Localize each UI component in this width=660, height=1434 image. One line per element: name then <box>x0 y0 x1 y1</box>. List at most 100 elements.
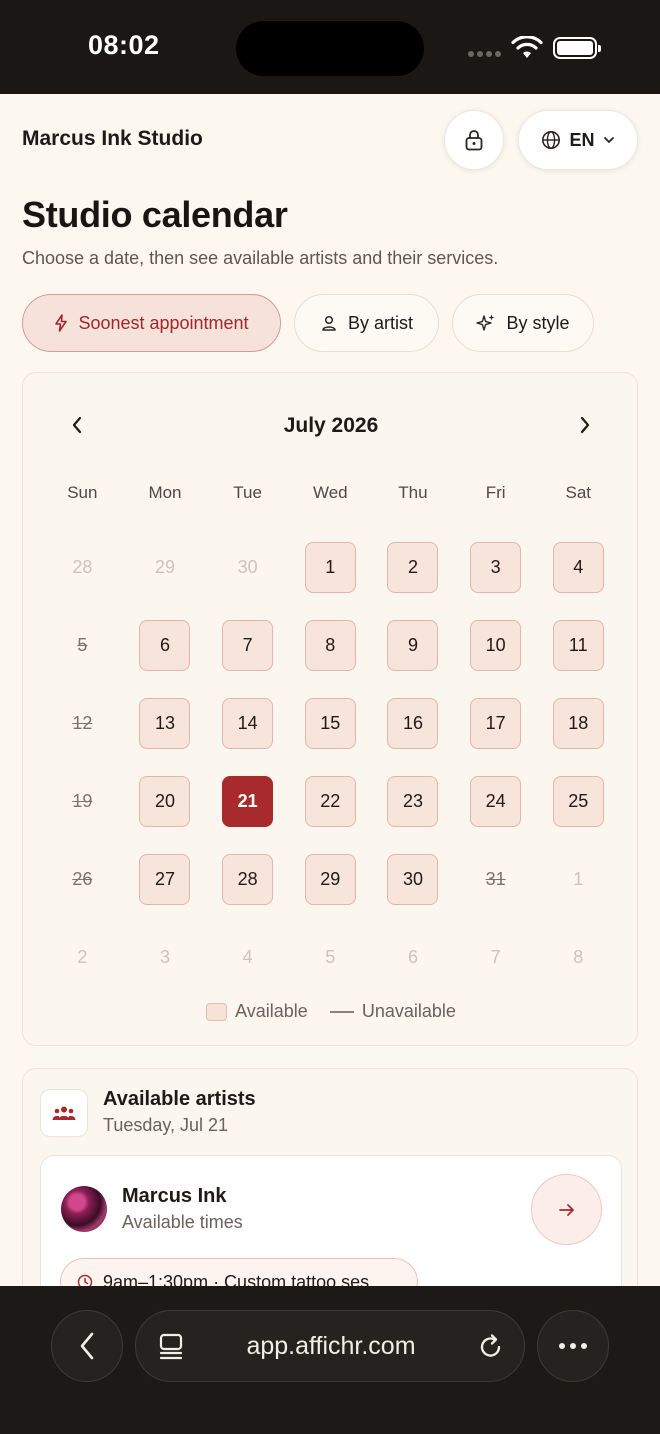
time-slot-chip[interactable]: 9am–1:30pm · Custom tattoo ses <box>60 1258 418 1286</box>
artist-card[interactable]: Marcus Ink Available times 9am–1:30pm · … <box>40 1155 622 1286</box>
calendar-day: 29 <box>154 556 175 577</box>
wifi-icon <box>511 36 543 58</box>
calendar-grid: 28 29 30 1 2 3 4 5 6 7 8 9 10 11 12 13 14 15 16 17 18 19 20 21 2… <box>41 528 621 996</box>
calendar-day: 2 <box>77 946 88 967</box>
calendar-day[interactable]: 25 <box>552 775 604 827</box>
calendar-cell: 19 <box>41 762 124 840</box>
calendar-day: 4 <box>242 946 253 967</box>
calendar-day[interactable]: 4 <box>552 541 604 593</box>
calendar-day[interactable]: 29 <box>304 853 356 905</box>
filter-by-artist[interactable]: By artist <box>294 294 439 352</box>
weekday-label: Sun <box>67 483 98 502</box>
calendar-day[interactable]: 24 <box>470 775 522 827</box>
calendar-day[interactable]: 10 <box>470 619 522 671</box>
reload-icon[interactable] <box>478 1333 504 1361</box>
filter-soonest-appointment[interactable]: Soonest appointment <box>22 294 281 352</box>
calendar-day: 30 <box>237 556 258 577</box>
calendar-day[interactable]: 18 <box>552 697 604 749</box>
calendar-cell: 31 <box>454 840 537 918</box>
lock-button[interactable] <box>444 110 504 170</box>
calendar-day[interactable]: 17 <box>470 697 522 749</box>
filter-label: Soonest appointment <box>78 312 249 333</box>
calendar-day: 12 <box>72 712 93 733</box>
next-month-button[interactable] <box>573 413 597 437</box>
calendar-day[interactable]: 8 <box>304 619 356 671</box>
calendar-cell: 20 <box>124 762 207 840</box>
calendar-cell: 3 <box>124 918 207 996</box>
calendar-day[interactable]: 7 <box>222 619 274 671</box>
calendar-day: 1 <box>573 868 584 889</box>
language-selector[interactable]: EN <box>518 110 638 170</box>
calendar-day[interactable]: 15 <box>304 697 356 749</box>
calendar-day[interactable]: 13 <box>139 697 191 749</box>
status-time: 08:02 <box>88 30 160 60</box>
calendar-cell: 29 <box>124 528 207 606</box>
weekday-label: Mon <box>148 483 182 502</box>
clock-icon <box>77 1274 93 1286</box>
filter-label: By style <box>506 312 570 333</box>
calendar-cell: 4 <box>537 528 620 606</box>
calendar-day[interactable]: 16 <box>387 697 439 749</box>
calendar-day[interactable]: 3 <box>470 541 522 593</box>
calendar-day[interactable]: 23 <box>387 775 439 827</box>
chevron-left-icon <box>80 1332 94 1360</box>
calendar-day: 19 <box>72 790 93 811</box>
calendar-day[interactable]: 14 <box>222 697 274 749</box>
bolt-icon <box>55 314 68 332</box>
weekday-label: Tue <box>233 483 262 502</box>
unavailable-line <box>329 1010 354 1013</box>
calendar-cell: 2 <box>41 918 124 996</box>
url-text: app.affichr.com <box>246 1332 416 1360</box>
calendar-cell: 15 <box>289 684 372 762</box>
calendar-day[interactable]: 30 <box>387 853 439 905</box>
calendar-day[interactable]: 28 <box>222 853 274 905</box>
calendar-day[interactable]: 2 <box>387 541 439 593</box>
calendar-day: 7 <box>490 946 501 967</box>
calendar-day[interactable]: 6 <box>139 619 191 671</box>
time-slot-label: 9am–1:30pm · Custom tattoo ses <box>103 1271 370 1287</box>
calendar-day[interactable]: 20 <box>139 775 191 827</box>
weekday-label: Sat <box>565 483 592 502</box>
browser-back-button[interactable] <box>51 1310 123 1382</box>
legend-unavailable-label: Unavailable <box>361 1001 456 1021</box>
arrow-right-icon <box>558 1203 574 1216</box>
weekday-header: Sun Mon Tue Wed Thu Fri Sat <box>41 483 621 503</box>
open-artist-button[interactable] <box>531 1174 602 1245</box>
artists-title: Available artists <box>103 1088 256 1110</box>
artist-subtitle: Available times <box>122 1212 243 1232</box>
person-icon <box>322 315 336 331</box>
calendar-cell: 28 <box>41 528 124 606</box>
calendar-day[interactable]: 27 <box>139 853 191 905</box>
dot <box>581 1343 587 1349</box>
calendar-day-selected[interactable]: 21 <box>222 775 274 827</box>
calendar-day: 31 <box>485 868 506 889</box>
dot <box>570 1343 576 1349</box>
filter-by-style[interactable]: By style <box>452 294 594 352</box>
calendar-cell: 7 <box>454 918 537 996</box>
battery-icon <box>553 37 601 59</box>
more-options-button[interactable] <box>537 1310 609 1382</box>
calendar-cell: 1 <box>289 528 372 606</box>
address-bar[interactable]: app.affichr.com <box>135 1310 525 1382</box>
calendar-cell: 5 <box>41 606 124 684</box>
calendar-cell: 26 <box>41 840 124 918</box>
dynamic-island <box>236 21 424 76</box>
calendar-day: 6 <box>407 946 418 967</box>
calendar-cell: 25 <box>537 762 620 840</box>
filter-label: By artist <box>347 312 413 333</box>
calendar-cell: 22 <box>289 762 372 840</box>
calendar-cell: 12 <box>41 684 124 762</box>
calendar-day: 5 <box>77 634 88 655</box>
browser-toolbar: app.affichr.com <box>0 1286 660 1434</box>
calendar-day: 3 <box>159 946 170 967</box>
globe-icon <box>542 131 561 149</box>
calendar-cell: 21 <box>206 762 289 840</box>
calendar-cell: 30 <box>372 840 455 918</box>
calendar-cell: 8 <box>289 606 372 684</box>
calendar-day[interactable]: 1 <box>304 541 356 593</box>
calendar-cell: 1 <box>537 840 620 918</box>
calendar-cell: 9 <box>372 606 455 684</box>
calendar-day[interactable]: 11 <box>552 619 604 671</box>
calendar-day[interactable]: 9 <box>387 619 439 671</box>
calendar-day[interactable]: 22 <box>304 775 356 827</box>
